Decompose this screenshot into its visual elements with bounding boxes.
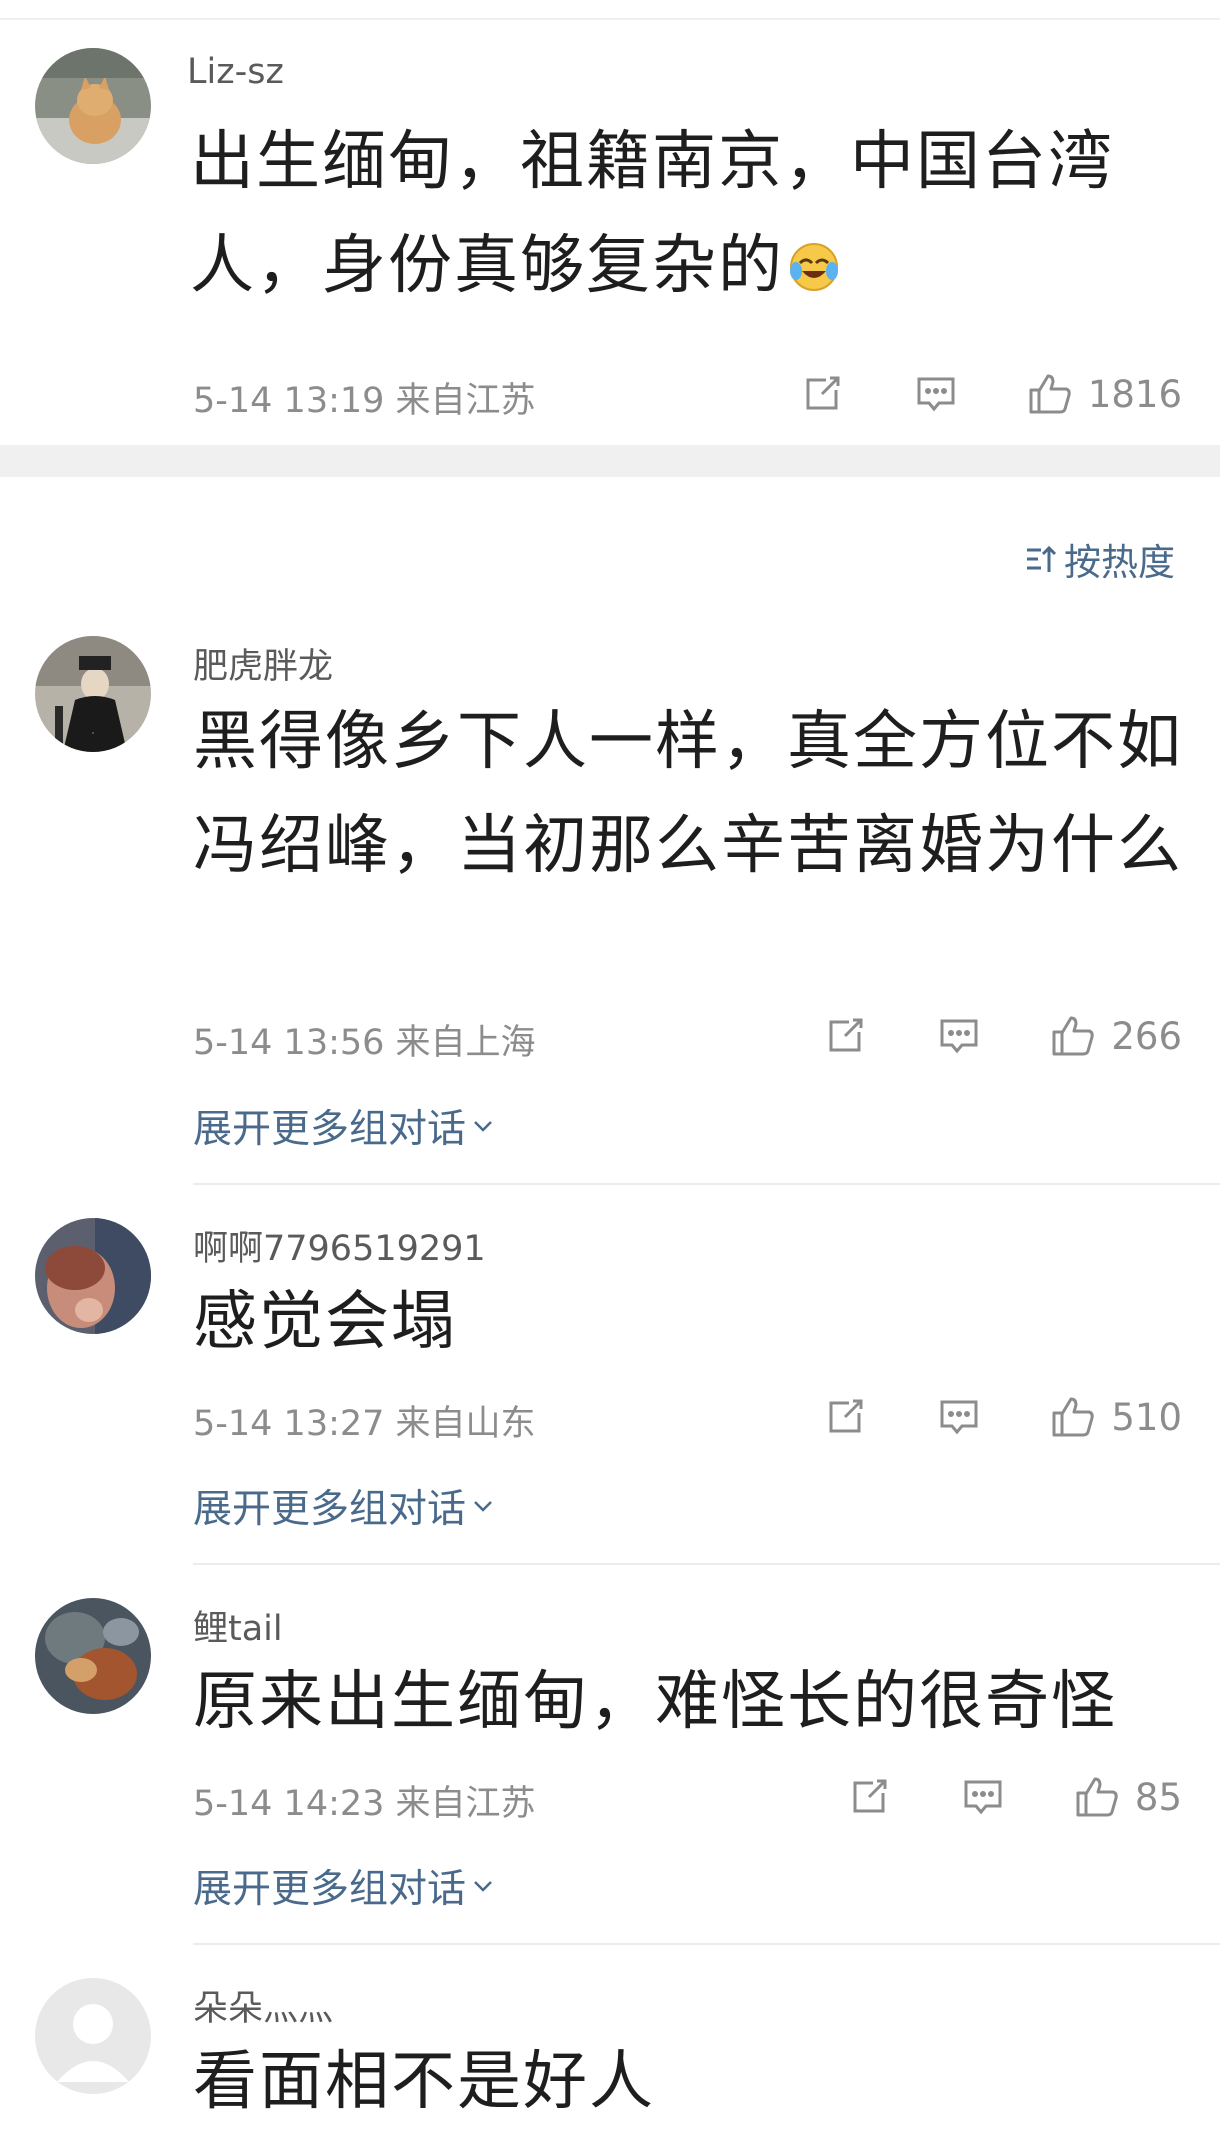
username[interactable]: 啊啊7796519291 bbox=[193, 1220, 486, 1271]
expand-replies-link[interactable]: 展开更多组对话 bbox=[193, 1098, 496, 1154]
comment-actions: 1816 bbox=[798, 366, 1182, 422]
expand-label: 展开更多组对话 bbox=[193, 1867, 467, 1912]
like-icon[interactable] bbox=[1049, 1012, 1097, 1060]
share-icon[interactable] bbox=[821, 1393, 869, 1441]
comment-icon[interactable] bbox=[935, 1393, 983, 1441]
comment-separator bbox=[193, 1183, 1220, 1185]
comment-meta: 5-14 14:23 来自江苏 bbox=[193, 1784, 536, 1824]
like-count: 85 bbox=[1134, 1775, 1182, 1819]
username[interactable]: 朵朵灬灬 bbox=[193, 1980, 333, 2031]
sort-icon bbox=[1024, 542, 1058, 576]
share-icon[interactable] bbox=[845, 1773, 893, 1821]
like-count: 510 bbox=[1111, 1395, 1182, 1439]
expand-label: 展开更多组对话 bbox=[193, 1107, 467, 1152]
avatar[interactable] bbox=[35, 1978, 151, 2094]
comment-text: 感觉会塌 bbox=[193, 1285, 457, 1359]
comment-actions: 266 bbox=[821, 1008, 1182, 1064]
comment-feed: Liz-sz 出生缅甸，祖籍南京，中国台湾人，身份真够复杂的 5-14 13:1… bbox=[0, 0, 1220, 2146]
like-icon[interactable] bbox=[1026, 370, 1074, 418]
share-icon[interactable] bbox=[821, 1012, 869, 1060]
like-icon[interactable] bbox=[1049, 1393, 1097, 1441]
chevron-down-icon bbox=[470, 1873, 496, 1899]
avatar[interactable] bbox=[35, 1598, 151, 1714]
chevron-down-icon bbox=[470, 1493, 496, 1519]
sort-toggle[interactable]: 按热度 bbox=[1024, 532, 1175, 586]
comment-icon[interactable] bbox=[959, 1773, 1007, 1821]
like-count: 266 bbox=[1111, 1014, 1182, 1058]
comment-meta: 5-14 13:56 来自上海 bbox=[193, 1023, 536, 1063]
share-icon[interactable] bbox=[798, 370, 846, 418]
top-divider bbox=[0, 18, 1220, 20]
username[interactable]: 鲤tail bbox=[193, 1600, 283, 1651]
avatar[interactable]: · bbox=[35, 636, 151, 752]
comment-meta: 5-14 13:19 来自江苏 bbox=[193, 381, 536, 421]
comment-text: 原来出生缅甸，难怪长的很奇怪 bbox=[193, 1665, 1117, 1739]
chevron-down-icon bbox=[470, 1113, 496, 1139]
comment-icon[interactable] bbox=[912, 370, 960, 418]
avatar[interactable] bbox=[35, 48, 151, 164]
comment-text: 黑得像乡下人一样，真全方位不如冯绍峰，当初那么辛苦离婚为什么 bbox=[193, 705, 1183, 883]
comment-body: 出生缅甸，祖籍南京，中国台湾人，身份真够复杂的 bbox=[190, 125, 1114, 303]
avatar[interactable] bbox=[35, 1218, 151, 1334]
username[interactable]: Liz-sz bbox=[187, 52, 284, 92]
comment-icon[interactable] bbox=[935, 1012, 983, 1060]
comment-separator bbox=[193, 1563, 1220, 1565]
section-divider bbox=[0, 445, 1220, 477]
svg-text:·: · bbox=[92, 729, 95, 739]
like-count: 1816 bbox=[1087, 372, 1182, 416]
username[interactable]: 肥虎胖龙 bbox=[193, 638, 333, 689]
comment-text: 出生缅甸，祖籍南京，中国台湾人，身份真够复杂的 bbox=[190, 110, 1190, 324]
comment-meta: 5-14 13:27 来自山东 bbox=[193, 1404, 536, 1444]
sort-label: 按热度 bbox=[1064, 541, 1175, 584]
laughing-crying-emoji-icon bbox=[788, 220, 840, 324]
like-icon[interactable] bbox=[1073, 1773, 1121, 1821]
expand-label: 展开更多组对话 bbox=[193, 1487, 467, 1532]
comment-text: 看面相不是好人 bbox=[193, 2045, 655, 2119]
expand-replies-link[interactable]: 展开更多组对话 bbox=[193, 1478, 496, 1534]
expand-replies-link[interactable]: 展开更多组对话 bbox=[193, 1858, 496, 1914]
comment-actions: 85 bbox=[845, 1769, 1182, 1825]
comment-separator bbox=[193, 1943, 1220, 1945]
comment-actions: 510 bbox=[821, 1389, 1182, 1445]
